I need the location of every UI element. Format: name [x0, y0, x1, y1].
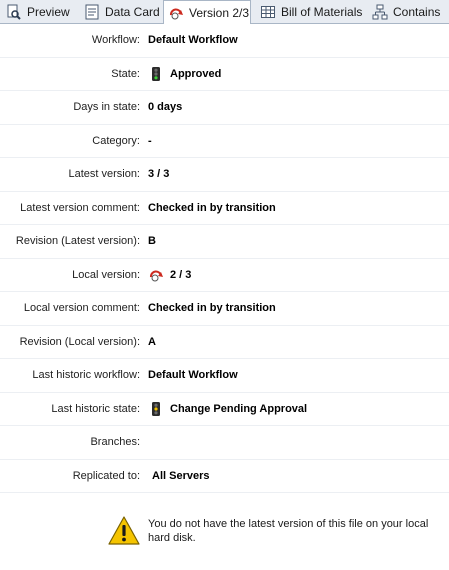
- row-local-version: Local version: 2 / 3: [0, 259, 449, 292]
- contains-tree-icon: [372, 4, 388, 20]
- row-last-historic-workflow: Last historic workflow: Default Workflow: [0, 359, 449, 393]
- version-properties: Workflow: Default Workflow State: Approv…: [0, 24, 449, 493]
- latest-version-value: 3 / 3: [148, 168, 170, 181]
- data-card-icon: [84, 4, 100, 20]
- traffic-light-icon: [148, 401, 164, 417]
- local-version-comment-value: Checked in by transition: [148, 302, 276, 315]
- last-historic-workflow-value: Default Workflow: [148, 369, 238, 382]
- tab-preview[interactable]: Preview: [2, 1, 72, 23]
- row-revision-latest: Revision (Latest version): B: [0, 225, 449, 259]
- row-last-historic-state: Last historic state: Change Pending Appr…: [0, 393, 449, 426]
- state-label: State:: [111, 67, 140, 80]
- days-in-state-value: 0 days: [148, 101, 183, 114]
- row-local-version-comment: Local version comment: Checked in by tra…: [0, 292, 449, 326]
- workflow-label: Workflow:: [91, 34, 140, 47]
- replicated-to-value: All Servers: [152, 469, 210, 482]
- tab-version[interactable]: Version 2/3: [163, 0, 251, 24]
- warning-text: You do not have the latest version of th…: [148, 518, 429, 544]
- revision-latest-label: Revision (Latest version):: [15, 235, 140, 248]
- row-category: Category: -: [0, 125, 449, 158]
- row-days-in-state: Days in state: 0 days: [0, 91, 449, 125]
- row-replicated-to: Replicated to: All Servers: [0, 460, 449, 493]
- local-version-value: 2 / 3: [148, 259, 191, 292]
- last-historic-state-value: Change Pending Approval: [148, 393, 307, 426]
- category-value: -: [148, 134, 152, 147]
- tab-label: Bill of Materials: [281, 5, 363, 19]
- replicated-to-label: Replicated to:: [72, 469, 140, 482]
- tab-label: Contains: [393, 5, 441, 19]
- latest-version-warning: You do not have the latest version of th…: [108, 513, 438, 549]
- tab-bar: Preview Data Card Version 2/3 Bill of Ma…: [0, 0, 449, 24]
- tab-label: Data Card: [105, 5, 160, 19]
- last-historic-state-text: Change Pending Approval: [170, 402, 308, 415]
- branches-label: Branches:: [90, 436, 140, 449]
- row-revision-local: Revision (Local version): A: [0, 326, 449, 359]
- tab-data-card[interactable]: Data Card: [80, 1, 160, 23]
- days-in-state-label: Days in state:: [73, 101, 140, 114]
- local-version-icon: [148, 267, 164, 283]
- latest-version-comment-label: Latest version comment:: [20, 201, 140, 214]
- tab-bill-of-materials[interactable]: Bill of Materials: [256, 1, 366, 23]
- preview-icon: [6, 4, 22, 20]
- version-icon: [168, 5, 184, 21]
- warning-icon: [108, 515, 140, 547]
- local-version-text: 2 / 3: [170, 268, 192, 281]
- traffic-light-icon: [148, 66, 164, 82]
- row-latest-version: Latest version: 3 / 3: [0, 158, 449, 192]
- workflow-value: Default Workflow: [148, 34, 238, 47]
- tab-label: Version 2/3: [189, 5, 250, 20]
- last-historic-state-label: Last historic state:: [51, 402, 140, 415]
- tab-contains[interactable]: Contains: [368, 1, 446, 23]
- bom-table-icon: [260, 4, 276, 20]
- row-state: State: Approved: [0, 58, 449, 91]
- revision-local-value: A: [148, 335, 156, 348]
- row-workflow: Workflow: Default Workflow: [0, 24, 449, 58]
- row-latest-version-comment: Latest version comment: Checked in by tr…: [0, 192, 449, 225]
- state-text: Approved: [170, 67, 222, 80]
- revision-latest-value: B: [148, 235, 156, 248]
- latest-version-comment-value: Checked in by transition: [148, 201, 276, 214]
- latest-version-label: Latest version:: [68, 168, 140, 181]
- local-version-comment-label: Local version comment:: [23, 302, 140, 315]
- revision-local-label: Revision (Local version):: [19, 335, 140, 348]
- row-branches: Branches:: [0, 426, 449, 460]
- category-label: Category:: [92, 134, 140, 147]
- last-historic-workflow-label: Last historic workflow:: [32, 369, 140, 382]
- tab-label: Preview: [27, 5, 70, 19]
- local-version-label: Local version:: [72, 268, 140, 281]
- state-value: Approved: [148, 58, 221, 91]
